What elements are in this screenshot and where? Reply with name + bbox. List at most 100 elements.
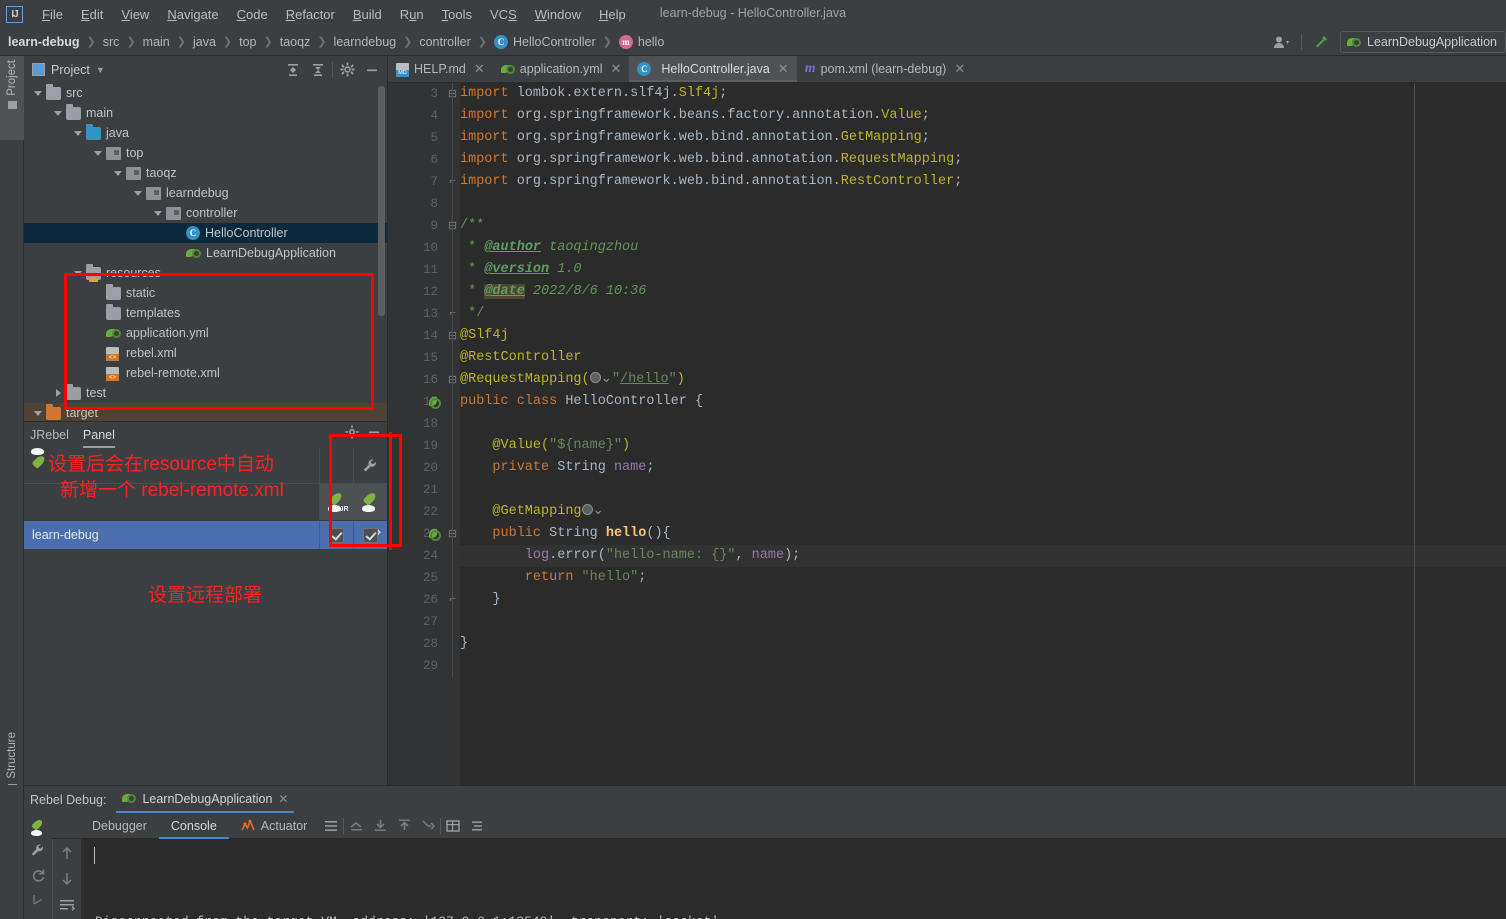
- code-line[interactable]: }: [460, 633, 1506, 655]
- tool-button-project[interactable]: Project: [0, 56, 24, 140]
- jrebel-run-jr-icon[interactable]: JR: [319, 484, 353, 520]
- chevron-down-icon[interactable]: [52, 107, 64, 119]
- soft-wrap-icon[interactable]: [344, 815, 368, 837]
- spring-bean-gutter-icon[interactable]: [428, 391, 442, 413]
- code-line[interactable]: public class HelloController {: [460, 391, 1506, 413]
- tab-jrebel[interactable]: JRebel: [30, 422, 69, 448]
- code-line[interactable]: import org.springframework.web.bind.anno…: [460, 127, 1506, 149]
- breadcrumb-main[interactable]: main: [143, 35, 170, 49]
- menu-lines-icon[interactable]: [319, 815, 343, 837]
- tree-node-learndebugapplication[interactable]: LearnDebugApplication: [24, 243, 387, 263]
- code-line[interactable]: @Slf4j: [460, 325, 1506, 347]
- wrench-settings-icon[interactable]: [26, 840, 50, 862]
- menu-item-build[interactable]: Build: [344, 4, 391, 25]
- breadcrumb-learndebug[interactable]: learndebug: [334, 35, 397, 49]
- spring-bean-gutter-icon[interactable]: [428, 523, 442, 545]
- user-account-icon[interactable]: [1269, 31, 1295, 53]
- code-line[interactable]: [460, 611, 1506, 633]
- chevron-right-icon[interactable]: [52, 387, 64, 399]
- jrebel-deploy-icon[interactable]: [353, 484, 387, 520]
- tree-node-top[interactable]: top: [24, 143, 387, 163]
- tree-node-rebel-xml[interactable]: rebel.xml: [24, 343, 387, 363]
- arrow-up-icon[interactable]: [55, 842, 79, 864]
- chevron-down-icon[interactable]: [72, 127, 84, 139]
- code-line[interactable]: [460, 193, 1506, 215]
- tab-panel[interactable]: Panel: [82, 422, 115, 448]
- tree-node-target[interactable]: target: [24, 403, 387, 421]
- code-line[interactable]: [460, 413, 1506, 435]
- tree-node-taoqz[interactable]: taoqz: [24, 163, 387, 183]
- code-line[interactable]: /**: [460, 215, 1506, 237]
- run-configuration-selector[interactable]: LearnDebugApplication: [1340, 31, 1506, 53]
- chevron-down-icon[interactable]: [132, 187, 144, 199]
- code-line[interactable]: import lombok.extern.slf4j.Slf4j;: [460, 83, 1506, 105]
- soft-wrap-toggle-icon[interactable]: [55, 894, 79, 916]
- code-line[interactable]: * @version 1.0: [460, 259, 1506, 281]
- chevron-down-icon[interactable]: [72, 267, 84, 279]
- jrebel-checkbox-2[interactable]: [363, 527, 378, 543]
- sort-icon[interactable]: [465, 815, 489, 837]
- code-line[interactable]: private String name;: [460, 457, 1506, 479]
- code-line[interactable]: @RestController: [460, 347, 1506, 369]
- menu-item-help[interactable]: Help: [590, 4, 635, 25]
- code-line[interactable]: import org.springframework.web.bind.anno…: [460, 171, 1506, 193]
- tree-node-src[interactable]: src: [24, 83, 387, 103]
- code-content[interactable]: import lombok.extern.slf4j.Slf4j; import …: [460, 83, 1506, 785]
- code-line[interactable]: [460, 479, 1506, 501]
- code-line[interactable]: import org.springframework.beans.factory…: [460, 105, 1506, 127]
- menu-item-refactor[interactable]: Refactor: [277, 4, 344, 25]
- code-line[interactable]: }: [460, 589, 1506, 611]
- code-line[interactable]: */: [460, 303, 1506, 325]
- chevron-down-icon[interactable]: [112, 167, 124, 179]
- arrow-down-icon[interactable]: [55, 868, 79, 890]
- jrebel-rocket-icon[interactable]: [26, 816, 50, 838]
- close-icon[interactable]: ✕: [278, 792, 288, 806]
- breadcrumb-method[interactable]: m hello: [618, 34, 664, 49]
- chevron-down-icon[interactable]: ▼: [96, 65, 105, 75]
- rerun-icon[interactable]: [26, 864, 50, 886]
- tree-node-main[interactable]: main: [24, 103, 387, 123]
- minimize-panel-icon[interactable]: [363, 422, 385, 442]
- breadcrumb-taoqz[interactable]: taoqz: [280, 35, 311, 49]
- jrebel-app-row[interactable]: learn-debug: [24, 521, 387, 549]
- menu-item-navigate[interactable]: Navigate: [158, 4, 227, 25]
- stop-icon[interactable]: [26, 888, 50, 910]
- code-line[interactable]: log.error("hello-name: {}", name);: [460, 545, 1506, 567]
- print-icon[interactable]: [416, 815, 440, 837]
- editor-tab-hellocontroller-java[interactable]: C HelloController.java ✕: [629, 56, 797, 82]
- debug-session-tab[interactable]: LearnDebugApplication ✕: [116, 786, 295, 813]
- close-icon[interactable]: ✕: [610, 61, 621, 77]
- build-hammer-icon[interactable]: [1308, 31, 1334, 53]
- menu-item-tools[interactable]: Tools: [433, 4, 481, 25]
- chevron-down-icon[interactable]: [32, 407, 44, 419]
- editor-tab-help-md[interactable]: HELP.md ✕: [388, 56, 493, 82]
- chevron-down-icon[interactable]: [152, 207, 164, 219]
- breadcrumb-controller[interactable]: controller: [419, 35, 470, 49]
- menu-item-run[interactable]: Run: [391, 4, 433, 25]
- collapse-all-icon[interactable]: [307, 60, 329, 80]
- chevron-down-icon[interactable]: [92, 147, 104, 159]
- tree-node-controller[interactable]: controller: [24, 203, 387, 223]
- web-mapping-gutter-icon[interactable]: [589, 372, 601, 383]
- tool-button-structure[interactable]: Structure: [0, 732, 24, 792]
- editor-tab-pom-xml[interactable]: m pom.xml (learn-debug) ✕: [797, 56, 974, 82]
- tab-console[interactable]: Console: [158, 813, 229, 839]
- expand-all-icon[interactable]: [282, 60, 304, 80]
- project-tree[interactable]: src main java top taoqz learndebug controller C…: [24, 83, 387, 421]
- console-output[interactable]: Disconnected from the target VM, address…: [81, 839, 1506, 919]
- tree-node-test[interactable]: test: [24, 383, 387, 403]
- code-line[interactable]: @RequestMapping(⌄"/hello"): [460, 369, 1506, 391]
- menu-item-edit[interactable]: Edit: [72, 4, 112, 25]
- menu-item-code[interactable]: Code: [228, 4, 277, 25]
- code-line[interactable]: return "hello";: [460, 567, 1506, 589]
- tree-node-application-yml[interactable]: application.yml: [24, 323, 387, 343]
- project-tree-scrollbar[interactable]: [378, 86, 385, 316]
- jrebel-checkbox-2-cell[interactable]: [353, 521, 387, 549]
- web-mapping-gutter-icon[interactable]: [581, 504, 593, 515]
- code-line[interactable]: @GetMapping ⌄: [460, 501, 1506, 523]
- scroll-down-icon[interactable]: [368, 815, 392, 837]
- minimize-panel-icon[interactable]: [361, 60, 383, 80]
- tree-node-rebel-remote-xml[interactable]: rebel-remote.xml: [24, 363, 387, 383]
- editor-tab-application-yml[interactable]: application.yml ✕: [493, 56, 630, 82]
- menu-item-file[interactable]: File: [33, 4, 72, 25]
